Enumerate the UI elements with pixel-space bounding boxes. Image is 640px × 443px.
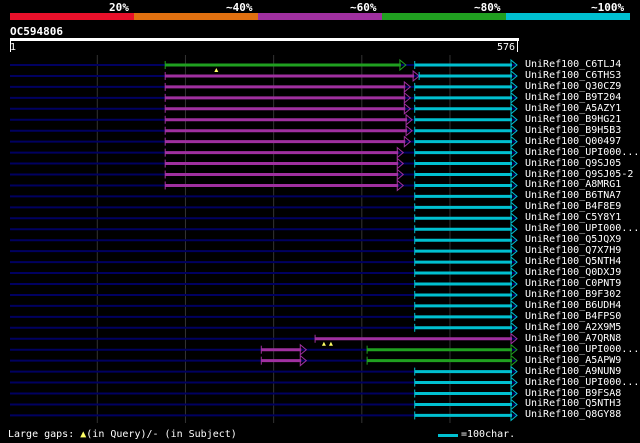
- footer-legend: Large gaps: ▲(in Query)/- (in Subject): [8, 429, 237, 440]
- hit-label[interactable]: UniRef100_A5AZY1: [525, 103, 621, 114]
- hit-label[interactable]: UniRef100_C5Y8Y1: [525, 212, 621, 223]
- hit-label[interactable]: UniRef100_Q00497: [525, 136, 621, 147]
- hit-label[interactable]: UniRef100_B6TNA7: [525, 190, 621, 201]
- hit-label[interactable]: UniRef100_B4F8E9: [525, 201, 621, 212]
- hit-label[interactable]: UniRef100_C6THS3: [525, 70, 621, 81]
- hit-label[interactable]: UniRef100_B9H5B3: [525, 125, 621, 136]
- hit-label[interactable]: UniRef100_Q7X7H9: [525, 245, 621, 256]
- hit-label[interactable]: UniRef100_Q5NTH3: [525, 398, 621, 409]
- hit-label[interactable]: UniRef100_A5APW9: [525, 355, 621, 366]
- gap-marker: [321, 341, 326, 346]
- hit-label[interactable]: UniRef100_B9HG21: [525, 114, 621, 125]
- gap-marker: [328, 341, 333, 346]
- hit-label[interactable]: UniRef100_UPI000...: [525, 223, 639, 234]
- hit-label[interactable]: UniRef100_Q8GY88: [525, 409, 621, 420]
- hit-label[interactable]: UniRef100_Q9SJ05: [525, 158, 621, 169]
- hit-label[interactable]: UniRef100_A9NUN9: [525, 366, 621, 377]
- scale-bar: [438, 434, 458, 437]
- footer-text-a: Large gaps:: [8, 429, 81, 440]
- hit-label[interactable]: UniRef100_Q5JQX9: [525, 234, 621, 245]
- hit-label[interactable]: UniRef100_B9FSA8: [525, 388, 621, 399]
- hit-label[interactable]: UniRef100_B9F302: [525, 289, 621, 300]
- hit-label[interactable]: UniRef100_Q30CZ9: [525, 81, 621, 92]
- hit-label[interactable]: UniRef100_UPI000...: [525, 344, 639, 355]
- hit-label[interactable]: UniRef100_B6UDH4: [525, 300, 621, 311]
- hit-label[interactable]: UniRef100_B4FPS0: [525, 311, 621, 322]
- gap-marker: [214, 68, 219, 72]
- hit-label[interactable]: UniRef100_A2X9M5: [525, 322, 621, 333]
- hit-label[interactable]: UniRef100_Q9SJ05-2: [525, 169, 633, 180]
- hit-label[interactable]: UniRef100_UPI000...: [525, 147, 639, 158]
- hit-label[interactable]: UniRef100_C6TLJ4: [525, 59, 621, 70]
- hit-label[interactable]: UniRef100_A7QRN8: [525, 333, 621, 344]
- hit-label[interactable]: UniRef100_Q5NTH4: [525, 256, 621, 267]
- footer-text-b: (in Query)/- (in Subject): [86, 429, 237, 440]
- hit-label[interactable]: UniRef100_UPI000...: [525, 377, 639, 388]
- hit-label[interactable]: UniRef100_Q0DXJ9: [525, 267, 621, 278]
- hit-label[interactable]: UniRef100_A8MRG1: [525, 179, 621, 190]
- hit-label[interactable]: UniRef100_B9T204: [525, 92, 621, 103]
- hit-label[interactable]: UniRef100_C0PNT9: [525, 278, 621, 289]
- scale-text: =100char.: [461, 429, 516, 440]
